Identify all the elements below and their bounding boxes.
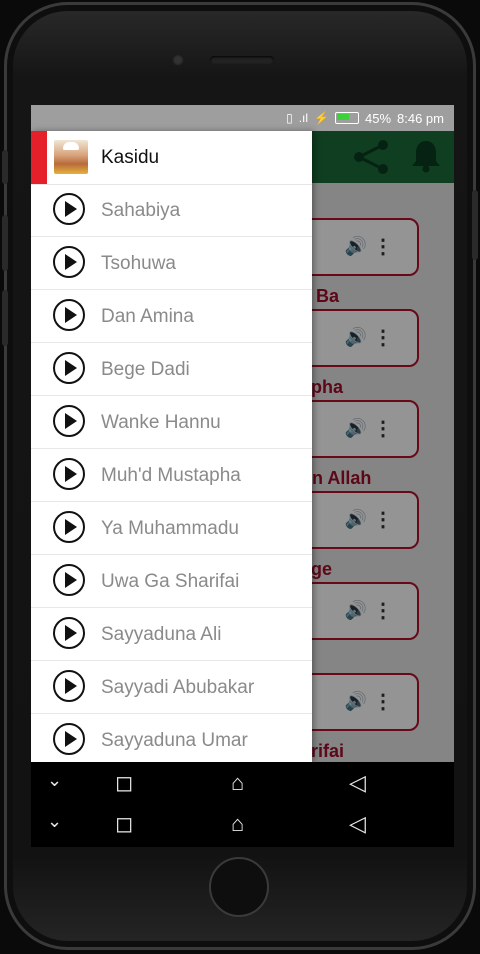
nav-row: ⌄ ◻ ⌂ ◁ [31, 805, 454, 845]
recents-square-icon[interactable]: ◻ [115, 770, 133, 796]
play-icon [53, 617, 85, 649]
drawer-item[interactable]: Sayyadi Abubakar [31, 661, 312, 714]
play-icon [53, 564, 85, 596]
play-icon [53, 299, 85, 331]
drawer-header-title: Kasidu [101, 147, 160, 168]
play-icon [53, 193, 85, 225]
play-icon [53, 352, 85, 384]
drawer-item-label: Dan Amina [101, 306, 194, 327]
drawer-item[interactable]: Tsohuwa [31, 237, 312, 290]
drawer-item-label: Muh'd Mustapha [101, 465, 241, 486]
drawer-item[interactable]: Dan Amina [31, 290, 312, 343]
volume-down-button [2, 290, 8, 346]
drawer-item[interactable]: Wanke Hannu [31, 396, 312, 449]
volume-up-button [2, 215, 8, 271]
signal-icon: .ıl [298, 111, 309, 125]
status-bar: ▯ .ıl ⚡ 45% 8:46 pm [31, 105, 454, 131]
earpiece-speaker [210, 56, 274, 64]
drawer-item-label: Ya Muhammadu [101, 518, 239, 539]
drawer-item[interactable]: Bege Dadi [31, 343, 312, 396]
drawer-header[interactable]: Kasidu [31, 131, 312, 185]
play-icon [53, 723, 85, 755]
drawer-item-label: Uwa Ga Sharifai [101, 571, 240, 592]
drawer-item-label: Sayyaduna Ali [101, 624, 222, 645]
system-nav-bar: ⌄ ◻ ⌂ ◁ ⌄ ◻ ⌂ ◁ [31, 762, 454, 847]
play-icon [53, 405, 85, 437]
power-button [472, 190, 478, 260]
play-icon [53, 511, 85, 543]
home-icon[interactable]: ⌂ [231, 811, 244, 837]
status-time: 8:46 pm [397, 110, 444, 126]
drawer-item-label: Wanke Hannu [101, 412, 221, 433]
screen: ▯ .ıl ⚡ 45% 8:46 pm 🔊 ⋮ e Ba 🔊 ⋮ apha 🔊 ⋮ o… [31, 105, 454, 762]
play-icon [53, 670, 85, 702]
drawer-item[interactable]: Ya Muhammadu [31, 502, 312, 555]
chevron-down-icon[interactable]: ⌄ [47, 811, 62, 832]
play-icon [53, 458, 85, 490]
drawer-item-label: Sayyadi Abubakar [101, 677, 255, 698]
drawer-item[interactable]: Sayyaduna Ali [31, 608, 312, 661]
mute-switch [2, 150, 8, 184]
nav-row: ⌄ ◻ ⌂ ◁ [31, 764, 454, 804]
chevron-down-icon[interactable]: ⌄ [47, 770, 62, 791]
play-icon [53, 246, 85, 278]
battery-percent: 45% [364, 110, 392, 126]
selected-indicator [31, 131, 47, 184]
drawer-item[interactable]: Muh'd Mustapha [31, 449, 312, 502]
avatar [54, 140, 88, 174]
drawer-item[interactable]: Sahabiya [31, 184, 312, 237]
back-icon[interactable]: ◁ [349, 770, 366, 796]
drawer-item-label: Bege Dadi [101, 359, 190, 380]
physical-home-button[interactable] [209, 857, 269, 917]
vibrate-icon: ▯ [286, 111, 293, 125]
home-icon[interactable]: ⌂ [231, 770, 244, 796]
drawer-item[interactable]: Uwa Ga Sharifai [31, 555, 312, 608]
drawer-item[interactable]: Sayyaduna Umar [31, 714, 312, 762]
drawer-item-label: Sahabiya [101, 200, 181, 221]
back-icon[interactable]: ◁ [349, 811, 366, 837]
front-camera [172, 54, 184, 66]
battery-icon [334, 112, 359, 124]
drawer-item-label: Sayyaduna Umar [101, 730, 248, 751]
navigation-drawer: Kasidu Sahabiya Tsohuwa Dan Amina Bege D… [31, 131, 312, 762]
charging-icon: ⚡ [314, 111, 329, 125]
drawer-item-label: Tsohuwa [101, 253, 176, 274]
recents-square-icon[interactable]: ◻ [115, 811, 133, 837]
